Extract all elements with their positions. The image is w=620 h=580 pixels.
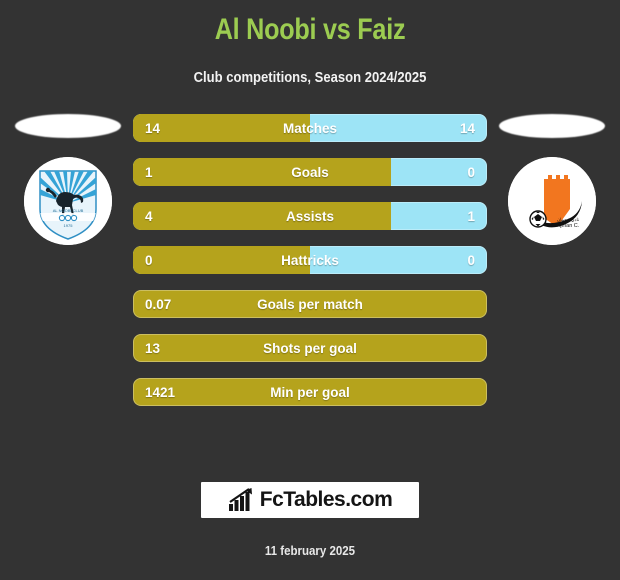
stat-bars-list: 14 Matches 14 1 Goals 0 4 Assists 1 0 Hattricks 0 0.…	[133, 114, 487, 422]
stat-row: 0 Hattricks 0	[133, 246, 487, 274]
away-team-logo-column: Ajman C. نادي عجمان	[492, 114, 612, 264]
away-stat-value: 0	[467, 164, 475, 180]
page-title: Al Noobi vs Faiz	[214, 13, 406, 46]
logo-highlight-ellipse	[499, 114, 605, 138]
logo-highlight-ellipse	[15, 114, 121, 138]
ajman-club-badge-icon: Ajman C. نادي عجمان	[508, 157, 596, 245]
stat-label: Min per goal	[270, 384, 350, 400]
svg-text:AL NOOBI CLUB: AL NOOBI CLUB	[53, 208, 84, 213]
stat-row: 4 Assists 1	[133, 202, 487, 230]
stat-row: 13 Shots per goal	[133, 334, 487, 362]
page-subtitle: Club competitions, Season 2024/2025	[193, 70, 427, 86]
page-footer: FcTables.com 11 february 2025	[0, 482, 620, 580]
camel-shield-badge-icon: AL NOOBI CLUB 1975	[24, 157, 112, 245]
stat-label: Shots per goal	[263, 340, 357, 356]
svg-text:نادي عجمان: نادي عجمان	[557, 217, 579, 222]
generated-date: 11 february 2025	[264, 544, 356, 558]
stat-label: Goals per match	[257, 296, 363, 312]
stat-label: Goals	[291, 164, 329, 180]
away-stat-value: 1	[467, 208, 475, 224]
fctables-brand-text: FcTables.com	[259, 488, 393, 511]
away-stat-value: 14	[459, 120, 475, 136]
away-team-badge: Ajman C. نادي عجمان	[508, 157, 596, 245]
home-team-logo-column: AL NOOBI CLUB 1975	[8, 114, 128, 264]
stat-row: 1 Goals 0	[133, 158, 487, 186]
stat-label: Matches	[282, 120, 338, 136]
stat-row: 0.07 Goals per match	[133, 290, 487, 318]
stat-row: 1421 Min per goal	[133, 378, 487, 406]
stat-row: 14 Matches 14	[133, 114, 487, 142]
stat-label: Hattricks	[281, 252, 339, 268]
away-stat-value: 0	[467, 252, 475, 268]
stats-comparison-area: AL NOOBI CLUB 1975 Ajman C. نادي عجمان 1…	[0, 114, 620, 419]
bar-chart-arrow-icon	[228, 488, 252, 511]
home-team-badge: AL NOOBI CLUB 1975	[24, 157, 112, 245]
svg-text:1975: 1975	[64, 223, 74, 228]
stat-label: Assists	[285, 208, 335, 224]
svg-text:Ajman C.: Ajman C.	[557, 223, 580, 229]
fctables-logo[interactable]: FcTables.com	[201, 482, 419, 518]
page-header: Al Noobi vs Faiz Club competitions, Seas…	[0, 0, 620, 86]
